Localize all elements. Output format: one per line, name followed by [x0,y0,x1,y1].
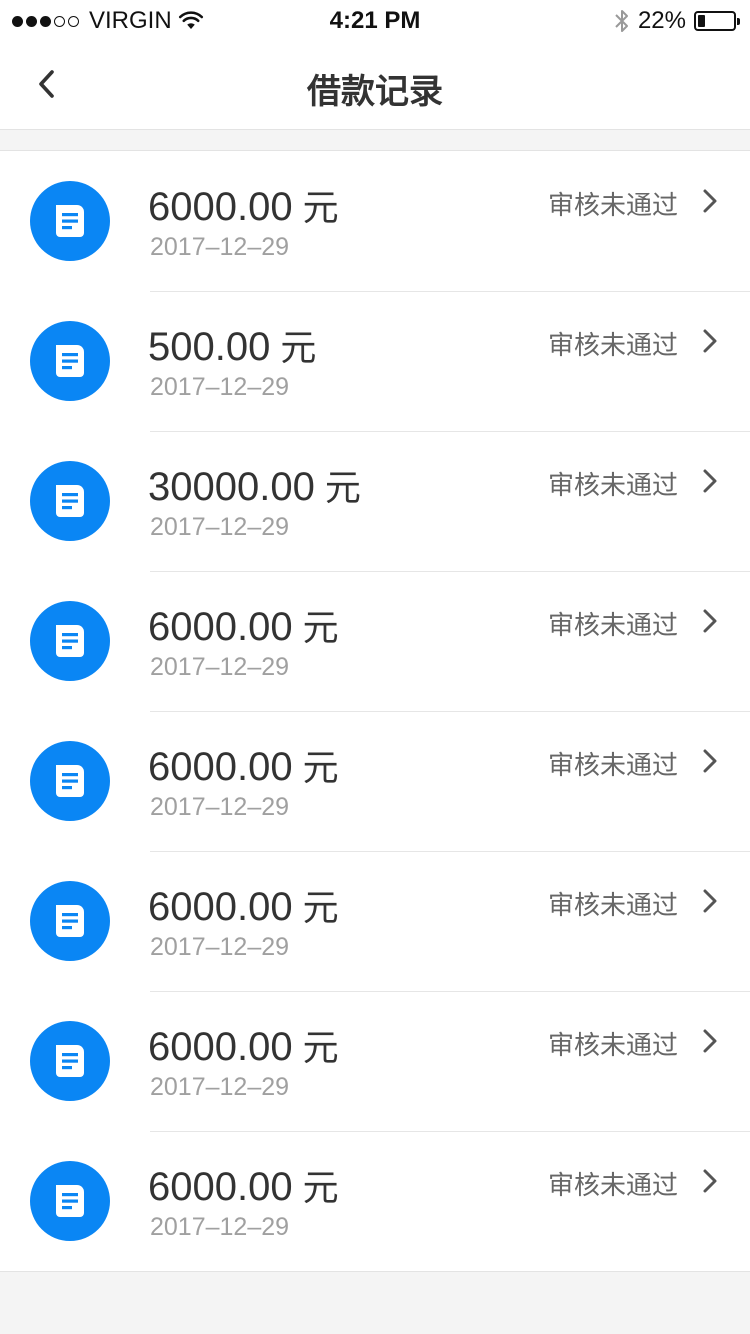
loan-date: 2017–12–29 [150,1213,290,1241]
loan-date: 2017–12–29 [150,793,290,821]
loan-date: 2017–12–29 [150,653,290,681]
loan-date: 2017–12–29 [150,233,290,261]
document-icon [30,1021,110,1101]
loan-amount: 6000.00 元 [148,1159,339,1211]
amount-value: 6000.00 [148,1165,293,1209]
amount-value: 6000.00 [148,185,293,229]
amount-unit: 元 [324,467,361,508]
amount-value: 6000.00 [148,885,293,929]
list-item[interactable]: 30000.00 元 2017–12–29 审核未通过 [0,431,750,571]
nav-bar: 借款记录 [0,40,750,130]
battery-icon [694,11,740,31]
amount-unit: 元 [302,1167,339,1208]
amount-unit: 元 [302,887,339,928]
loan-amount: 6000.00 元 [148,599,339,651]
review-status: 审核未通过 [547,1030,678,1060]
review-status: 审核未通过 [547,890,678,920]
document-icon [30,321,110,401]
chevron-right-icon [703,189,717,213]
document-icon [30,1161,110,1241]
review-status: 审核未通过 [547,190,678,220]
chevron-right-icon [703,469,717,493]
loan-amount: 30000.00 元 [148,459,361,511]
list-item[interactable]: 500.00 元 2017–12–29 审核未通过 [0,291,750,431]
list-item[interactable]: 6000.00 元 2017–12–29 审核未通过 [0,711,750,851]
amount-unit: 元 [302,187,339,228]
chevron-right-icon [703,329,717,353]
document-icon [30,881,110,961]
list-item[interactable]: 6000.00 元 2017–12–29 审核未通过 [0,151,750,291]
loan-date: 2017–12–29 [150,933,290,961]
page-title: 借款记录 [307,73,443,111]
document-icon [30,741,110,821]
amount-value: 6000.00 [148,745,293,789]
review-status: 审核未通过 [547,470,678,500]
loan-date: 2017–12–29 [150,513,290,541]
amount-unit: 元 [302,1027,339,1068]
amount-unit: 元 [302,607,339,648]
status-right: 22% [614,7,740,35]
chevron-right-icon [703,1029,717,1053]
review-status: 审核未通过 [547,330,678,360]
loan-amount: 6000.00 元 [148,739,339,791]
amount-value: 6000.00 [148,1025,293,1069]
loan-date: 2017–12–29 [150,373,290,401]
amount-unit: 元 [280,327,317,368]
review-status: 审核未通过 [547,750,678,780]
bluetooth-icon [615,10,628,32]
chevron-right-icon [703,1169,717,1193]
status-bar: VIRGIN 4:21 PM 22% [0,0,750,40]
battery-percent: 22% [637,7,686,34]
list-item[interactable]: 6000.00 元 2017–12–29 审核未通过 [0,851,750,991]
amount-value: 6000.00 [148,605,293,649]
review-status: 审核未通过 [547,1170,678,1200]
document-icon [30,181,110,261]
chevron-right-icon [703,889,717,913]
loan-amount: 6000.00 元 [148,1019,339,1071]
chevron-right-icon [703,749,717,773]
record-list: 6000.00 元 2017–12–29 审核未通过 500.00 元 2017–1… [0,150,750,1272]
document-icon [30,601,110,681]
list-item[interactable]: 6000.00 元 2017–12–29 审核未通过 [0,571,750,711]
loan-amount: 500.00 元 [148,319,316,371]
loan-amount: 6000.00 元 [148,179,339,231]
review-status: 审核未通过 [547,610,678,640]
list-item[interactable]: 6000.00 元 2017–12–29 审核未通过 [0,991,750,1131]
amount-unit: 元 [302,747,339,788]
loan-amount: 6000.00 元 [148,879,339,931]
battery-level [698,15,706,27]
document-icon [30,461,110,541]
list-item[interactable]: 6000.00 元 2017–12–29 审核未通过 [0,1131,750,1271]
amount-value: 30000.00 [148,465,315,509]
chevron-right-icon [703,609,717,633]
loan-date: 2017–12–29 [150,1073,290,1101]
amount-value: 500.00 [148,325,271,369]
